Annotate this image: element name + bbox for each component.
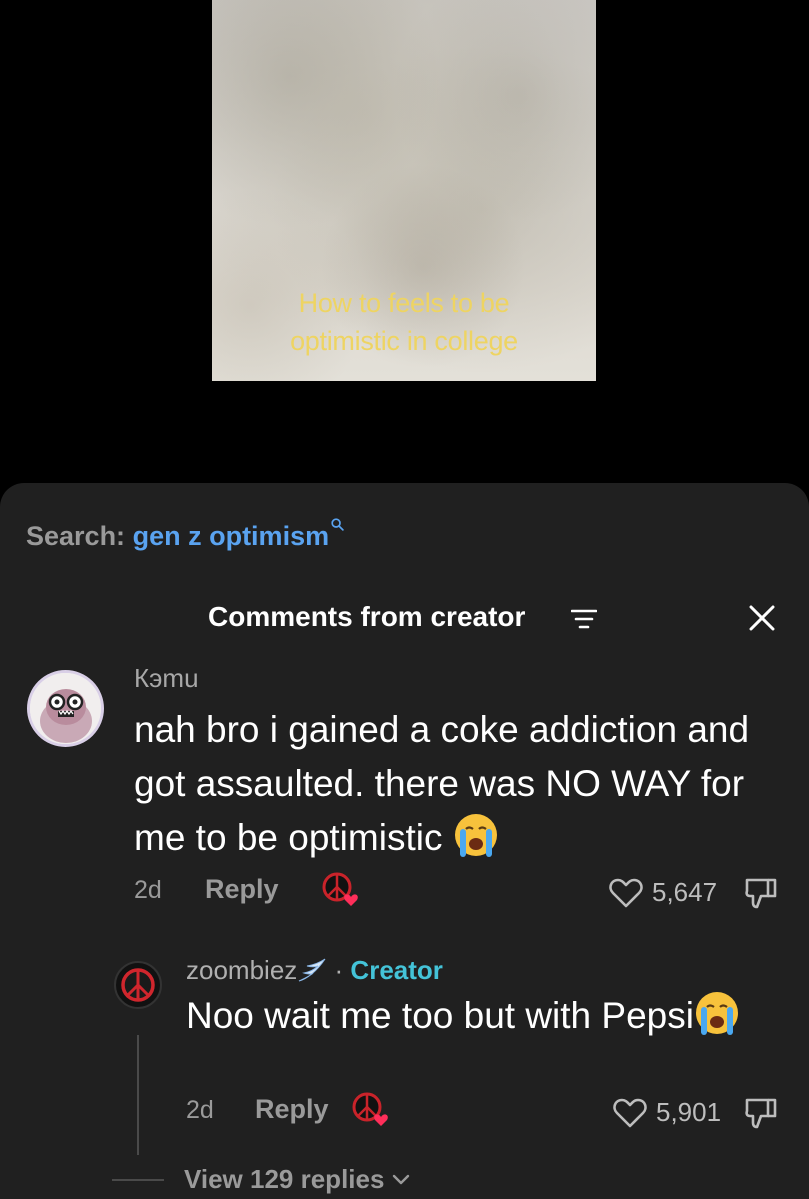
comments-filter-title[interactable]: Comments from creator (208, 600, 525, 634)
reply-button[interactable]: Reply (205, 874, 279, 905)
dislike-icon[interactable] (744, 876, 778, 910)
creator-badge: Creator (350, 955, 443, 985)
chevron-down-icon (392, 1174, 409, 1185)
comment-time: 2d (134, 876, 162, 904)
filter-icon[interactable] (571, 608, 597, 630)
crying-face-emoji-icon (695, 992, 738, 1035)
reply-time: 2d (186, 1096, 214, 1124)
caption-line-1: How to feels to be (298, 288, 510, 318)
like-count: 5,901 (656, 1097, 722, 1127)
thread-line (137, 1035, 139, 1155)
view-replies-divider (112, 1179, 164, 1181)
avatar[interactable] (27, 670, 104, 747)
video-caption: How to feels to be optimistic in college (212, 284, 596, 360)
reply-button[interactable]: Reply (255, 1094, 329, 1125)
heart-icon[interactable] (613, 1097, 647, 1129)
comment-text: nah bro i gained a coke addiction and go… (134, 703, 794, 865)
view-replies-button[interactable]: View 129 replies (184, 1163, 410, 1195)
avatar-image (30, 673, 101, 744)
creator-avatar[interactable] (114, 961, 162, 1009)
reply-header: zoombiez · Creator (186, 954, 443, 986)
search-icon (331, 518, 344, 531)
separator-dot: · (334, 955, 344, 985)
video-thumbnail[interactable]: How to feels to be optimistic in college (212, 0, 596, 381)
reply-body: Noo wait me too but with Pepsi (186, 995, 694, 1036)
comment-body: nah bro i gained a coke addiction and go… (134, 709, 750, 858)
comment-username[interactable]: Кэmu (134, 662, 199, 694)
reply-text: Noo wait me too but with Pepsi (186, 990, 746, 1038)
search-query-link[interactable]: gen z optimism (133, 521, 330, 551)
heart-icon[interactable] (609, 877, 643, 909)
reply-username[interactable]: zoombiez (186, 955, 297, 985)
wing-icon (299, 958, 326, 982)
search-label: Search: (26, 521, 126, 551)
crying-face-emoji-icon (454, 814, 497, 857)
caption-line-2: optimistic in college (290, 326, 518, 356)
peace-sign-icon (121, 968, 155, 1002)
like-count: 5,647 (652, 877, 718, 907)
search-suggestion[interactable]: Search: gen z optimism (26, 518, 344, 553)
creator-liked-badge-icon (352, 1092, 388, 1126)
dislike-icon[interactable] (744, 1096, 778, 1130)
view-replies-label: View 129 replies (184, 1164, 385, 1194)
creator-liked-badge-icon (322, 872, 358, 906)
close-icon[interactable] (748, 604, 776, 632)
